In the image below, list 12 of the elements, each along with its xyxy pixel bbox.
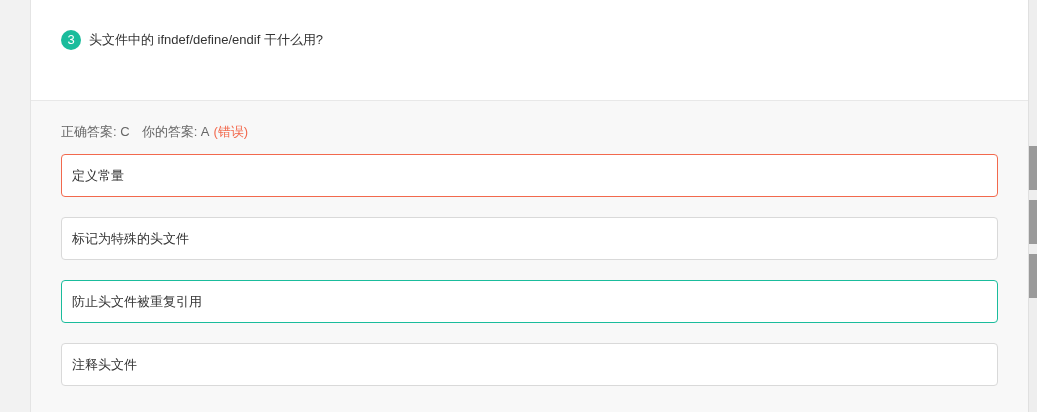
answer-option[interactable]: 标记为特殊的头文件 [61,217,998,260]
side-tab[interactable] [1029,200,1037,244]
answer-option[interactable]: 注释头文件 [61,343,998,386]
side-tab[interactable] [1029,146,1037,190]
side-tab[interactable] [1029,254,1037,298]
question-text: 头文件中的 ifndef/define/endif 干什么用? [89,31,324,49]
your-answer: 你的答案: A [141,123,210,141]
verdict-text: (错误) [213,123,249,141]
answer-option[interactable]: 防止头文件被重复引用 [61,280,998,323]
answer-option[interactable]: 定义常量 [61,154,998,197]
question-number: 3 [61,30,81,50]
correct-answer: 正确答案: C [61,123,130,141]
